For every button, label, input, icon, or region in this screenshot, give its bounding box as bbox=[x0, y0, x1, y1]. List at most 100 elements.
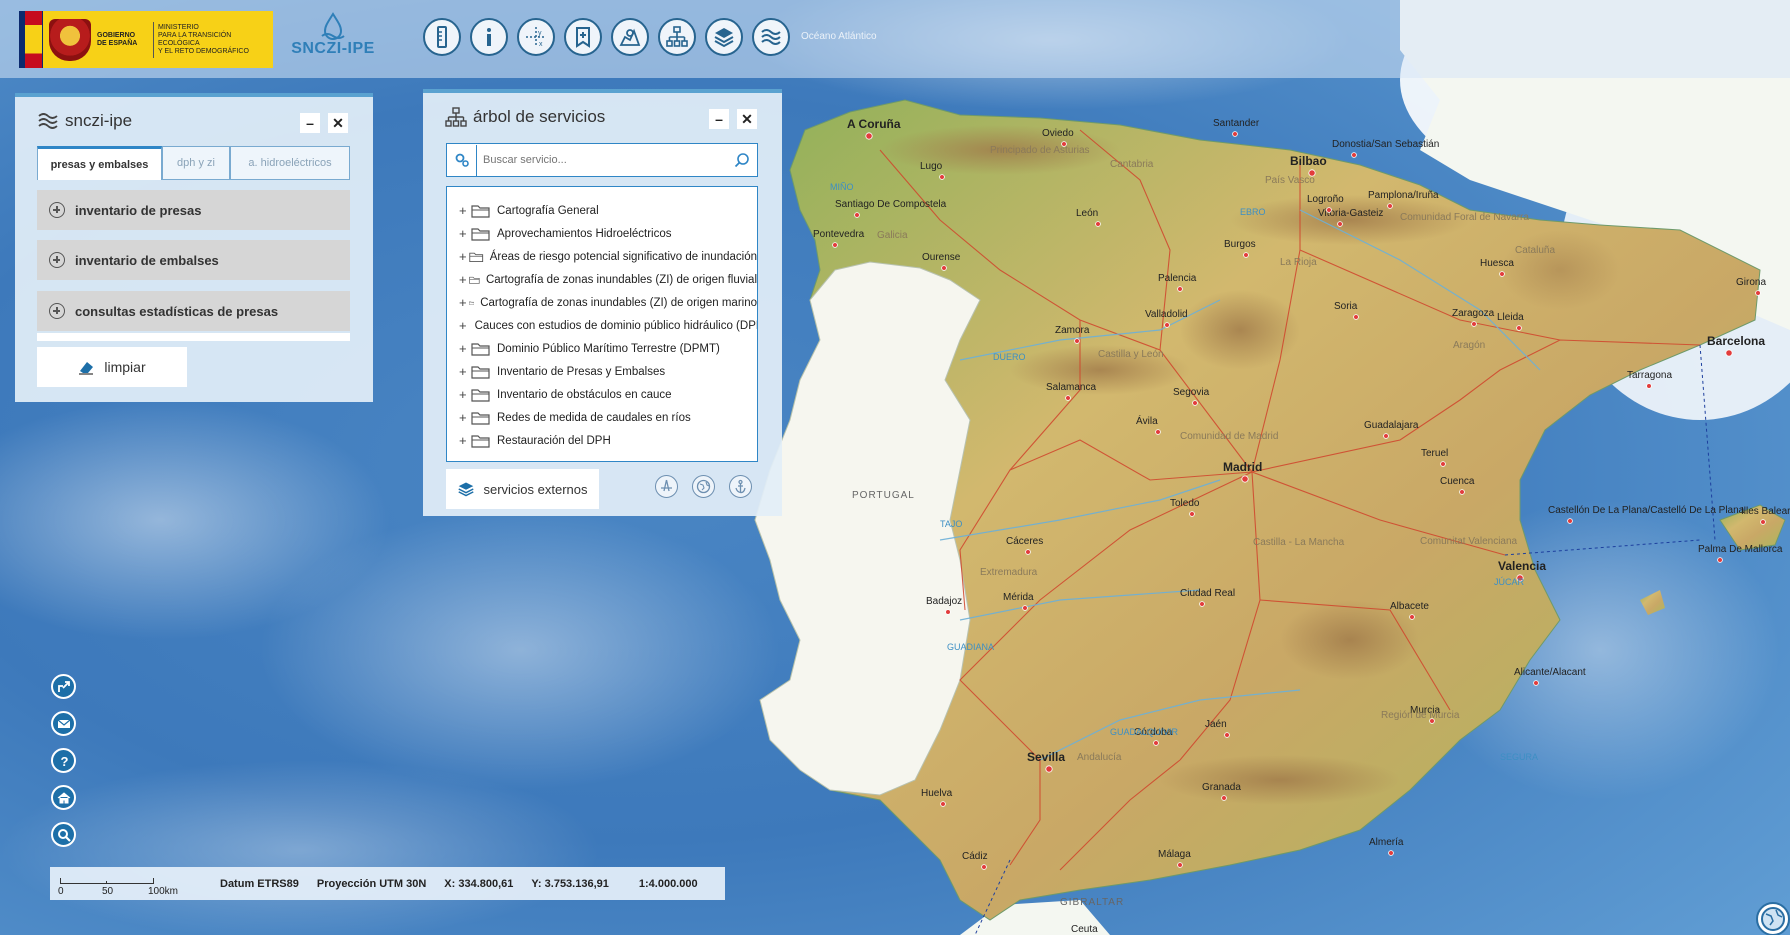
clear-button[interactable]: limpiar bbox=[37, 347, 187, 387]
minimize-button[interactable]: – bbox=[300, 113, 320, 133]
anchor-service-button[interactable] bbox=[729, 475, 752, 498]
city-marker bbox=[1221, 795, 1227, 801]
service-tree-icon bbox=[666, 26, 688, 47]
wmts-button[interactable] bbox=[692, 475, 715, 498]
tab-a-hidroelectricos[interactable]: a. hidroeléctricos bbox=[230, 146, 350, 180]
expand-icon[interactable]: + bbox=[459, 387, 469, 402]
email-button[interactable] bbox=[51, 711, 76, 736]
expand-icon[interactable]: + bbox=[459, 341, 469, 356]
zoom-search-button[interactable] bbox=[51, 822, 76, 847]
map-search-button[interactable] bbox=[611, 18, 649, 56]
city-marker bbox=[1388, 850, 1394, 856]
section-consultas-estadisticas[interactable]: consultas estadísticas de presas bbox=[37, 291, 350, 331]
external-service-icons bbox=[655, 475, 752, 498]
bookmark-button[interactable] bbox=[564, 18, 602, 56]
section-inventario-embalses[interactable]: inventario de embalses bbox=[37, 240, 350, 280]
search-settings-button[interactable] bbox=[447, 144, 477, 176]
tree-item-label: Restauración del DPH bbox=[497, 434, 611, 447]
service-tree: + Cartografía General + Aprovechamientos Hi… bbox=[446, 186, 758, 462]
folder-icon bbox=[468, 252, 483, 262]
tree-item[interactable]: + Cartografía de zonas inundables (ZI) de… bbox=[447, 268, 757, 291]
svg-text:?: ? bbox=[60, 754, 68, 768]
city-marker bbox=[865, 132, 873, 140]
expand-icon[interactable]: + bbox=[459, 272, 467, 287]
expand-icon[interactable]: + bbox=[459, 226, 469, 241]
home-button[interactable] bbox=[51, 785, 76, 810]
sncz-panel-button[interactable] bbox=[752, 18, 790, 56]
wms-button[interactable] bbox=[655, 475, 678, 498]
expand-icon[interactable]: + bbox=[459, 433, 469, 448]
expand-icon[interactable]: + bbox=[459, 203, 469, 218]
tree-item[interactable]: + Áreas de riesgo potencial significativo… bbox=[447, 245, 757, 268]
city-label: Barcelona bbox=[1707, 334, 1765, 348]
tree-item[interactable]: + Cartografía de zonas inundables (ZI) de… bbox=[447, 291, 757, 314]
city-label: Alicante/Alacant bbox=[1514, 667, 1586, 678]
projection-label: Proyección UTM 30N bbox=[316, 877, 427, 890]
layers-button[interactable] bbox=[705, 18, 743, 56]
search-input[interactable] bbox=[477, 146, 727, 174]
tab-presas-y-embalses[interactable]: presas y embalses bbox=[37, 146, 162, 180]
city-marker bbox=[1177, 286, 1183, 292]
side-toolbar: ? bbox=[51, 674, 76, 847]
tab-dph-y-zi[interactable]: dph y zi bbox=[162, 146, 230, 180]
expand-icon[interactable]: + bbox=[459, 318, 467, 333]
external-services-label: servicios externos bbox=[483, 481, 588, 497]
tree-item[interactable]: + Inventario de Presas y Embalses bbox=[447, 360, 757, 383]
city-label: Málaga bbox=[1158, 849, 1191, 860]
measure-button[interactable] bbox=[423, 18, 461, 56]
region-label: Principado de Asturias bbox=[990, 145, 1090, 156]
info-icon bbox=[487, 28, 491, 46]
overview-map-button[interactable] bbox=[1756, 902, 1790, 935]
help-button[interactable]: ? bbox=[51, 748, 76, 773]
home-icon bbox=[57, 791, 70, 803]
external-services-button[interactable]: servicios externos bbox=[446, 469, 599, 509]
city-label: Zaragoza bbox=[1452, 308, 1495, 319]
city-marker bbox=[940, 801, 946, 807]
tree-item[interactable]: + Restauración del DPH bbox=[447, 429, 757, 452]
expand-icon bbox=[49, 202, 65, 218]
tree-item[interactable]: + Redes de medida de caudales en ríos bbox=[447, 406, 757, 429]
tree-item-label: Redes de medida de caudales en ríos bbox=[497, 411, 691, 424]
city-marker bbox=[1022, 605, 1028, 611]
share-button[interactable] bbox=[51, 674, 76, 699]
svg-text:y: y bbox=[538, 30, 542, 37]
minimize-button[interactable]: – bbox=[709, 109, 729, 129]
city-marker bbox=[1074, 338, 1080, 344]
map-scale: 1:4.000.000 bbox=[638, 877, 698, 890]
coordinates-icon: yx bbox=[526, 27, 546, 48]
folder-icon bbox=[471, 434, 490, 448]
tree-item[interactable]: + Cartografía General bbox=[447, 199, 757, 222]
tree-item[interactable]: + Aprovechamientos Hidroeléctricos bbox=[447, 222, 757, 245]
tree-item[interactable]: + Cauces con estudios de dominio público … bbox=[447, 314, 757, 337]
expand-icon[interactable]: + bbox=[459, 249, 467, 264]
panel-title: snczi-ipe bbox=[37, 111, 132, 131]
service-tree-button[interactable] bbox=[658, 18, 696, 56]
search-button[interactable] bbox=[727, 145, 757, 176]
city-label: Pamplona/Iruña bbox=[1368, 190, 1439, 201]
tree-item[interactable]: + Inventario de obstáculos en cauce bbox=[447, 383, 757, 406]
city-marker bbox=[1717, 557, 1723, 563]
tree-item[interactable]: + Dominio Público Marítimo Terrestre (DPM… bbox=[447, 337, 757, 360]
expand-icon[interactable]: + bbox=[459, 364, 469, 379]
tree-item-label: Cauces con estudios de dominio público h… bbox=[474, 319, 758, 332]
city-label: Pontevedra bbox=[813, 229, 865, 240]
gov-logo-text-1: GOBIERNO DE ESPAÑA bbox=[97, 31, 138, 47]
sncz-ipe-panel: snczi-ipe – ✕ presas y embalses dph y zi… bbox=[15, 93, 373, 402]
region-label: Extremadura bbox=[980, 567, 1038, 578]
city-label: Santander bbox=[1213, 118, 1260, 129]
city-label: Soria bbox=[1334, 301, 1358, 312]
city-label: Tarragona bbox=[1627, 370, 1672, 381]
close-button[interactable]: ✕ bbox=[737, 109, 757, 129]
expand-icon[interactable]: + bbox=[459, 295, 467, 310]
river-label: JÚCAR bbox=[1494, 577, 1525, 587]
city-label: Huesca bbox=[1480, 258, 1514, 269]
city-marker bbox=[1383, 433, 1389, 439]
city-label: Toledo bbox=[1170, 498, 1200, 509]
section-inventario-presas[interactable]: inventario de presas bbox=[37, 190, 350, 230]
folder-icon bbox=[468, 300, 474, 305]
info-button[interactable] bbox=[470, 18, 508, 56]
coordinates-button[interactable]: yx bbox=[517, 18, 555, 56]
close-button[interactable]: ✕ bbox=[328, 113, 348, 133]
city-marker bbox=[1025, 549, 1031, 555]
expand-icon[interactable]: + bbox=[459, 410, 469, 425]
